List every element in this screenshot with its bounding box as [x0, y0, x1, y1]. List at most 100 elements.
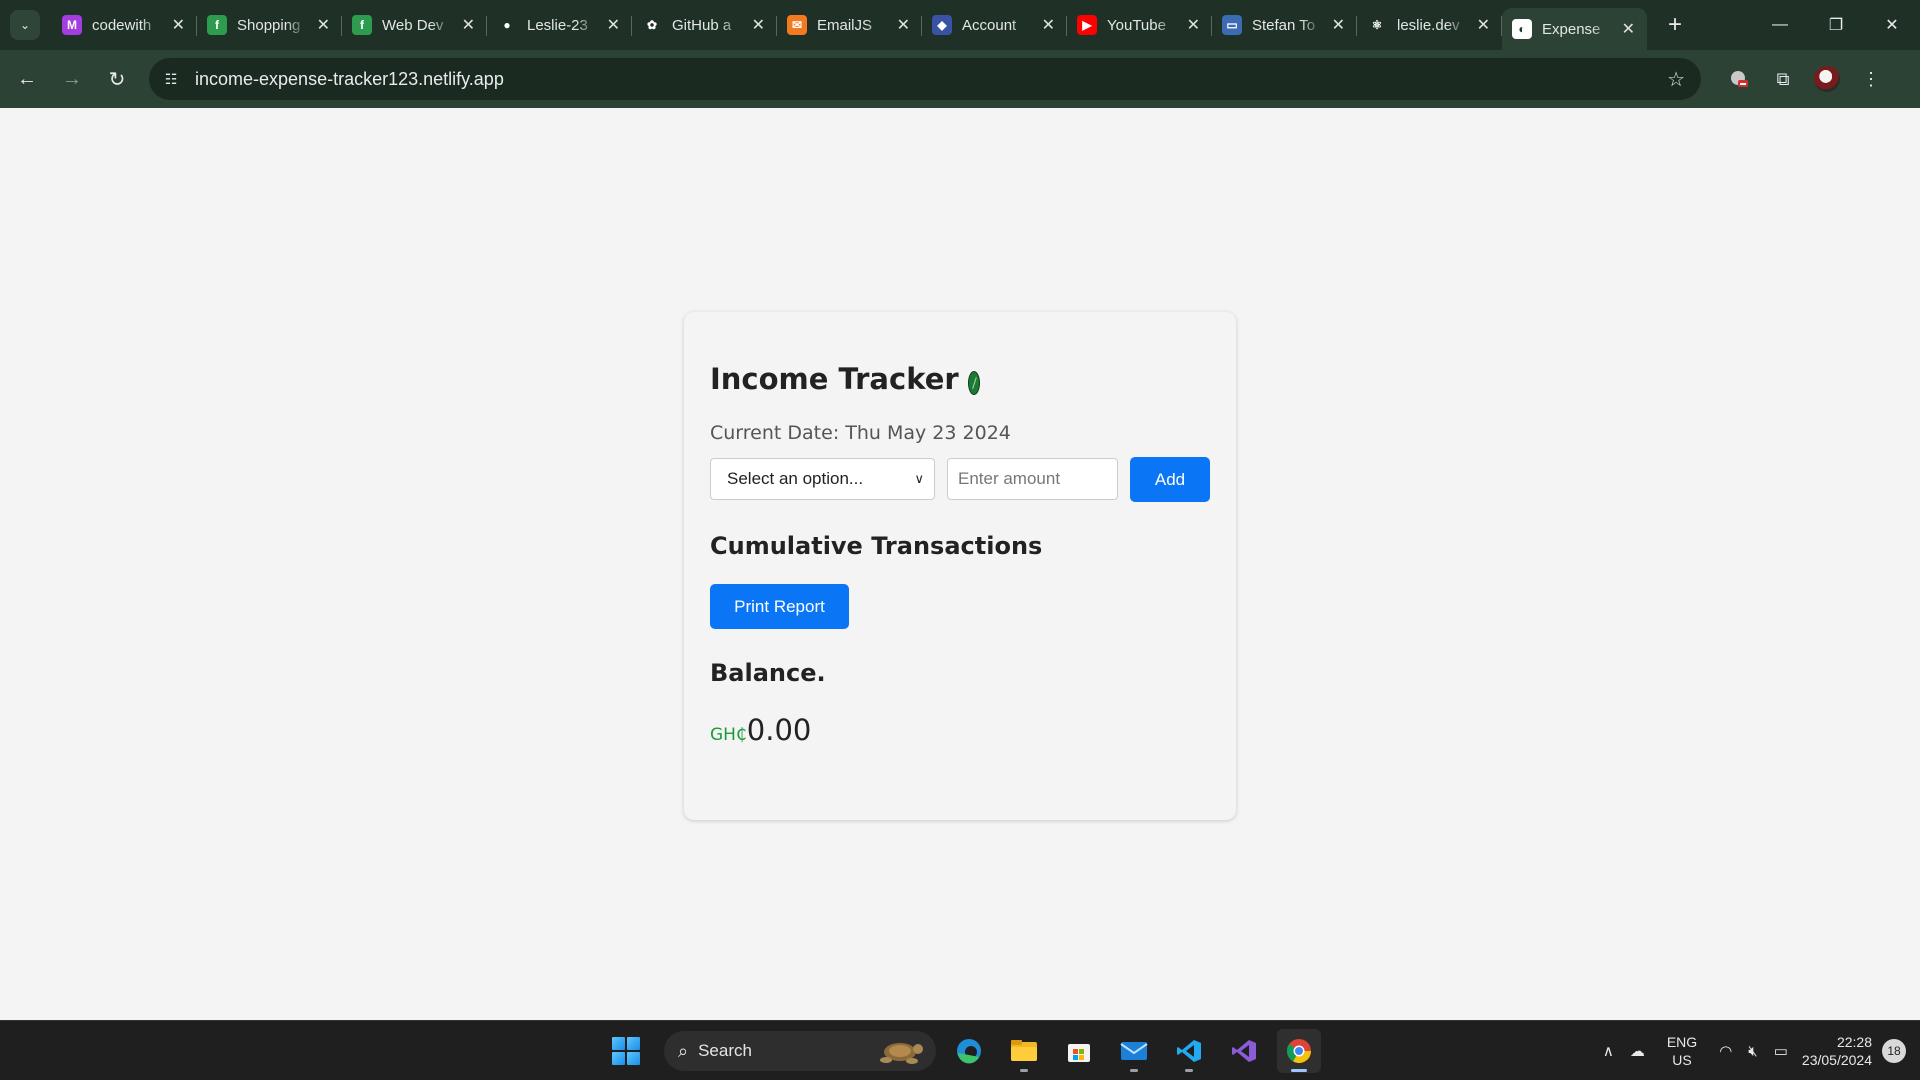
visual-studio-icon[interactable] — [1222, 1029, 1266, 1073]
amount-input[interactable] — [947, 458, 1118, 500]
chevron-up-icon[interactable]: ∧ — [1603, 1042, 1614, 1060]
clock[interactable]: 22:28 23/05/2024 — [1802, 1033, 1872, 1069]
browser-tab[interactable]: ◆ Account ✕ — [922, 0, 1067, 50]
youtube-icon: ▶ — [1077, 15, 1097, 35]
openai-icon: ✿ — [642, 15, 662, 35]
bookmark-star-icon[interactable]: ☆ — [1667, 67, 1685, 92]
browser-tab[interactable]: ▭ Stefan To ✕ — [1212, 0, 1357, 50]
transaction-form: Select an option... ∨ Add — [710, 457, 1210, 502]
browser-toolbar: ← → ↻ ☷ income-expense-tracker123.netlif… — [0, 50, 1920, 108]
windows-start-icon[interactable] — [604, 1029, 648, 1073]
clock-date: 23/05/2024 — [1801, 1052, 1872, 1068]
browser-menu-icon[interactable]: ⋮ — [1849, 61, 1893, 97]
wifi-icon[interactable]: ◠ — [1719, 1042, 1732, 1060]
close-icon[interactable]: ✕ — [897, 15, 910, 35]
toolbar-icons: ⧉ ⋮ — [1717, 61, 1893, 97]
browser-tab[interactable]: ⚛ leslie.dev ✕ — [1357, 0, 1502, 50]
speaker-muted-icon[interactable]: 🔇︎ — [1748, 1043, 1757, 1060]
codewithmosh-icon: M — [62, 15, 82, 35]
github-icon: ● — [497, 15, 517, 35]
clock-time: 22:28 — [1836, 1034, 1872, 1050]
react-icon: ⚛ — [1367, 15, 1387, 35]
lang-region: US — [1672, 1052, 1692, 1068]
tab-title: Stefan To — [1252, 16, 1316, 34]
title-row: Income Tracker — [710, 362, 1210, 396]
minimize-button[interactable]: — — [1752, 0, 1808, 50]
close-icon[interactable]: ✕ — [752, 15, 765, 35]
cumulative-transactions-title: Cumulative Transactions — [710, 532, 1043, 560]
search-icon: ⌕ — [678, 1040, 689, 1061]
close-icon[interactable]: ✕ — [317, 15, 330, 35]
mail-icon[interactable] — [1112, 1029, 1156, 1073]
browser-tab[interactable]: ◐ Expense ✕ — [1502, 8, 1647, 50]
close-icon[interactable]: ✕ — [462, 15, 475, 35]
chevron-down-icon: ∨ — [914, 471, 924, 486]
system-tray: ∧ ☁ ENG US ◠ 🔇︎ ▭ 22:28 23/05/2024 18 — [1595, 1021, 1920, 1080]
close-icon[interactable]: ✕ — [1477, 15, 1490, 35]
tab-title: leslie.dev — [1397, 16, 1460, 34]
tab-title: Expense — [1542, 20, 1601, 38]
restore-button[interactable]: ❐ — [1808, 0, 1864, 50]
profile-avatar-button[interactable] — [1805, 61, 1849, 97]
address-bar[interactable]: ☷ income-expense-tracker123.netlify.app … — [149, 58, 1701, 100]
window-controls: — ❐ ✕ — [1752, 0, 1920, 50]
chrome-icon[interactable] — [1277, 1029, 1321, 1073]
extension-icon[interactable] — [1717, 61, 1761, 97]
taskbar-search-label: Search — [698, 1041, 752, 1060]
browser-tab[interactable]: ✉ EmailJS ✕ — [777, 0, 922, 50]
avatar — [1814, 66, 1840, 92]
page-title: Income Tracker — [710, 362, 959, 396]
taskbar-search[interactable]: ⌕ Search — [664, 1031, 936, 1071]
transaction-type-select[interactable]: Select an option... ∨ — [710, 458, 935, 500]
tab-search-button[interactable]: ⌄ — [10, 10, 40, 40]
tab-title: GitHub a — [672, 16, 732, 34]
close-window-button[interactable]: ✕ — [1864, 0, 1920, 50]
browser-tab[interactable]: ▶ YouTube ✕ — [1067, 0, 1212, 50]
add-button[interactable]: Add — [1130, 457, 1210, 502]
onedrive-cloud-icon[interactable]: ☁ — [1630, 1042, 1645, 1060]
browser-tab[interactable]: f Shopping ✕ — [197, 0, 342, 50]
balance-title: Balance. — [710, 659, 826, 687]
close-icon[interactable]: ✕ — [607, 15, 620, 35]
microsoft-store-icon[interactable] — [1057, 1029, 1101, 1073]
close-icon[interactable]: ✕ — [1622, 19, 1635, 39]
chevron-down-icon: ⌄ — [19, 18, 31, 32]
edge-icon[interactable] — [947, 1029, 991, 1073]
tab-title: Account — [962, 16, 1017, 34]
extensions-puzzle-icon[interactable]: ⧉ — [1761, 61, 1805, 97]
file-explorer-icon[interactable] — [1002, 1029, 1046, 1073]
tab-list: Mcodewith ✕ f Shopping ✕ f Web Dev ✕ ● Leslie-23 ✕… — [52, 0, 1647, 50]
tab-title: Shopping — [237, 16, 301, 34]
select-value: Select an option... — [727, 469, 864, 488]
notification-badge[interactable]: 18 — [1882, 1039, 1906, 1063]
close-icon[interactable]: ✕ — [1042, 15, 1055, 35]
forward-button[interactable]: → — [54, 61, 90, 97]
close-icon[interactable]: ✕ — [1332, 15, 1345, 35]
tab-title: YouTube — [1107, 16, 1166, 34]
browser-tab[interactable]: Mcodewith ✕ — [52, 0, 197, 50]
browser-tab[interactable]: f Web Dev ✕ — [342, 0, 487, 50]
battery-icon[interactable]: ▭ — [1774, 1042, 1788, 1060]
close-icon[interactable]: ✕ — [1187, 15, 1200, 35]
input-language[interactable]: ENG US — [1667, 1033, 1697, 1069]
print-report-button[interactable]: Print Report — [710, 584, 849, 629]
vscode-icon[interactable] — [1167, 1029, 1211, 1073]
url-text[interactable]: income-expense-tracker123.netlify.app — [195, 69, 504, 90]
reload-button[interactable]: ↻ — [99, 61, 135, 97]
vercel-icon: ◆ — [932, 15, 952, 35]
balance-value: GH₵ 0.00 — [710, 713, 1210, 747]
leaf-icon — [967, 371, 980, 395]
tab-title: Web Dev — [382, 16, 444, 34]
new-tab-button[interactable]: + — [1661, 11, 1689, 39]
laptop-icon: ▭ — [1222, 15, 1242, 35]
browser-tab[interactable]: ✿ GitHub a ✕ — [632, 0, 777, 50]
browser-tab-strip: ⌄ Mcodewith ✕ f Shopping ✕ f Web Dev ✕ ● Leslie-2… — [0, 0, 1920, 50]
back-button[interactable]: ← — [9, 61, 45, 97]
site-info-icon[interactable]: ☷ — [155, 63, 187, 95]
close-icon[interactable]: ✕ — [172, 15, 185, 35]
browser-tab[interactable]: ● Leslie-23 ✕ — [487, 0, 632, 50]
tab-title: codewith — [92, 16, 152, 34]
tab-title: EmailJS — [817, 16, 873, 34]
taskbar-center: ⌕ Search — [604, 1029, 1321, 1073]
freecodecamp-icon: f — [207, 15, 227, 35]
